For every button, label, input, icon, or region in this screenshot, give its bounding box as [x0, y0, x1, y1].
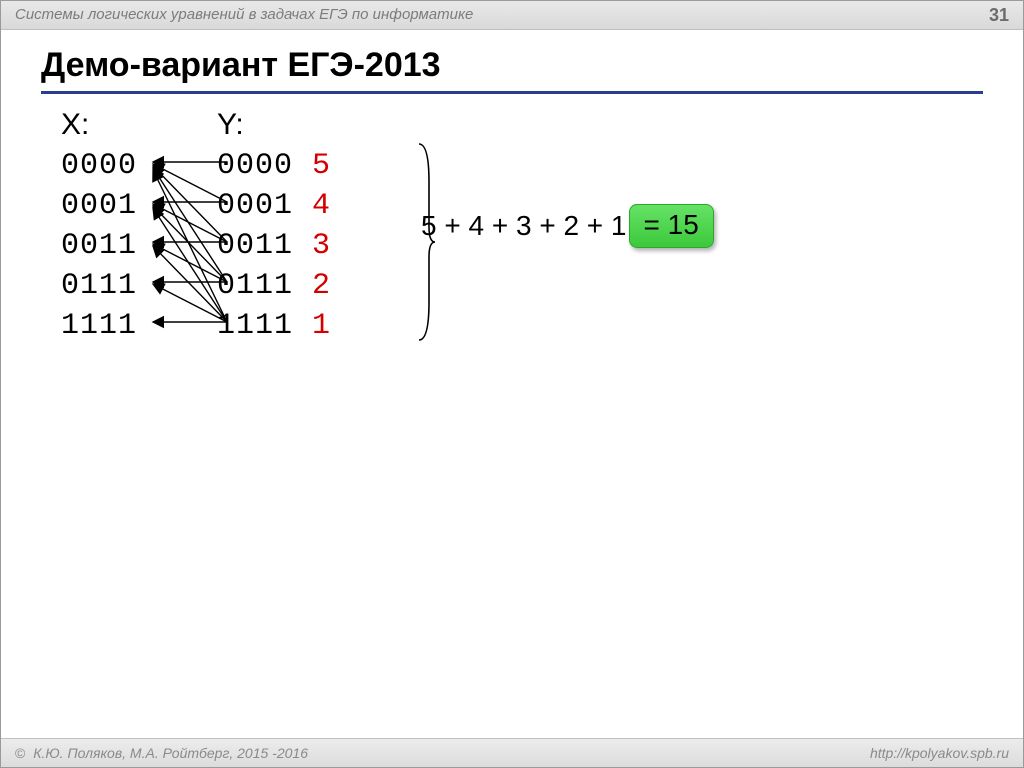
footer-url: http://kpolyakov.spb.ru: [870, 739, 1009, 767]
y-row: 0111 2: [217, 266, 331, 306]
footer-bar: © К.Ю. Поляков, М.А. Ройтберг, 2015 -201…: [1, 738, 1023, 767]
y-bits: 0111: [217, 269, 293, 303]
y-count: 2: [312, 269, 331, 303]
equation-lhs: 5 + 4 + 3 + 2 + 1: [421, 210, 627, 242]
subject-text: Системы логических уравнений в задачах Е…: [15, 6, 473, 23]
x-row: 0001: [61, 186, 137, 226]
result-badge: = 15: [629, 204, 714, 248]
y-count: 3: [312, 229, 331, 263]
page-title: Демо-вариант ЕГЭ-2013: [1, 30, 1023, 91]
top-bar: Системы логических уравнений в задачах Е…: [1, 1, 1023, 30]
sum-equation: 5 + 4 + 3 + 2 + 1 = 15: [421, 204, 714, 248]
y-label: Y:: [217, 108, 331, 142]
slide: Системы логических уравнений в задачах Е…: [0, 0, 1024, 768]
x-row: 0000: [61, 146, 137, 186]
copyright-icon: ©: [15, 745, 25, 761]
content-area: X: 0000 0001 0011 0111 1111 Y: 0000 5 00…: [1, 94, 1023, 688]
page-number: 31: [989, 1, 1009, 29]
y-count: 5: [312, 149, 331, 183]
y-count: 1: [312, 309, 331, 343]
y-row: 1111 1: [217, 306, 331, 346]
x-row: 0111: [61, 266, 137, 306]
y-row: 0011 3: [217, 226, 331, 266]
x-column: X: 0000 0001 0011 0111 1111: [61, 108, 137, 346]
x-label: X:: [61, 108, 137, 142]
y-bits: 0000: [217, 149, 293, 183]
y-count: 4: [312, 189, 331, 223]
y-bits: 0001: [217, 189, 293, 223]
footer-authors: © К.Ю. Поляков, М.А. Ройтберг, 2015 -201…: [15, 739, 308, 767]
y-bits: 1111: [217, 309, 293, 343]
y-row: 0000 5: [217, 146, 331, 186]
y-bits: 0011: [217, 229, 293, 263]
x-row: 1111: [61, 306, 137, 346]
y-row: 0001 4: [217, 186, 331, 226]
authors-text: К.Ю. Поляков, М.А. Ройтберг, 2015 -2016: [33, 745, 308, 761]
x-row: 0011: [61, 226, 137, 266]
y-column: Y: 0000 5 0001 4 0011 3 0111 2: [217, 108, 331, 346]
